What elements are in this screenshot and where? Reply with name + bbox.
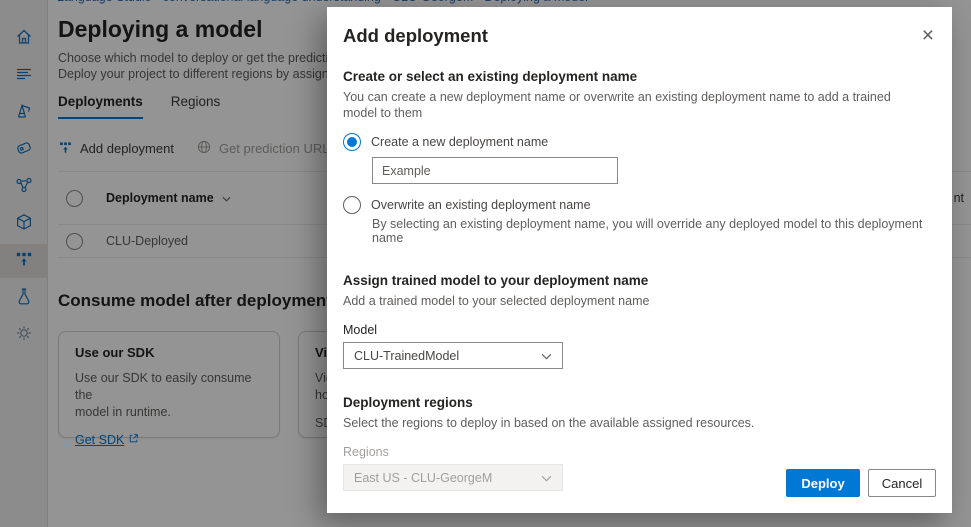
dialog-footer: Deploy Cancel	[786, 469, 936, 497]
regions-section-heading: Deployment regions	[343, 395, 928, 410]
name-section-heading: Create or select an existing deployment …	[343, 69, 928, 84]
regions-section-description: Select the regions to deploy in based on…	[343, 415, 918, 431]
close-icon[interactable]: ×	[922, 25, 934, 46]
name-section-description: You can create a new deployment name or …	[343, 89, 918, 121]
overwrite-note: By selecting an existing deployment name…	[372, 217, 928, 245]
radio-unselected-icon[interactable]	[343, 196, 361, 214]
model-section-description: Add a trained model to your selected dep…	[343, 293, 918, 309]
chevron-down-icon	[541, 349, 552, 363]
model-dropdown[interactable]: CLU-TrainedModel	[343, 342, 563, 369]
model-dropdown-value: CLU-TrainedModel	[354, 349, 459, 363]
add-deployment-dialog: Add deployment × Create or select an exi…	[327, 7, 952, 513]
model-label: Model	[343, 323, 928, 337]
regions-dropdown-value: East US - CLU-GeorgeM	[354, 471, 492, 485]
overwrite-existing-radio[interactable]: Overwrite an existing deployment name	[343, 196, 928, 214]
create-new-radio[interactable]: Create a new deployment name	[343, 133, 928, 151]
deployment-name-input[interactable]	[372, 157, 618, 184]
regions-dropdown[interactable]: East US - CLU-GeorgeM	[343, 464, 563, 491]
chevron-down-icon	[541, 471, 552, 485]
dialog-title: Add deployment	[343, 25, 928, 47]
cancel-button[interactable]: Cancel	[868, 469, 936, 497]
radio-selected-icon[interactable]	[343, 133, 361, 151]
model-section-heading: Assign trained model to your deployment …	[343, 273, 928, 288]
deploy-button[interactable]: Deploy	[786, 469, 860, 497]
regions-label: Regions	[343, 445, 928, 459]
